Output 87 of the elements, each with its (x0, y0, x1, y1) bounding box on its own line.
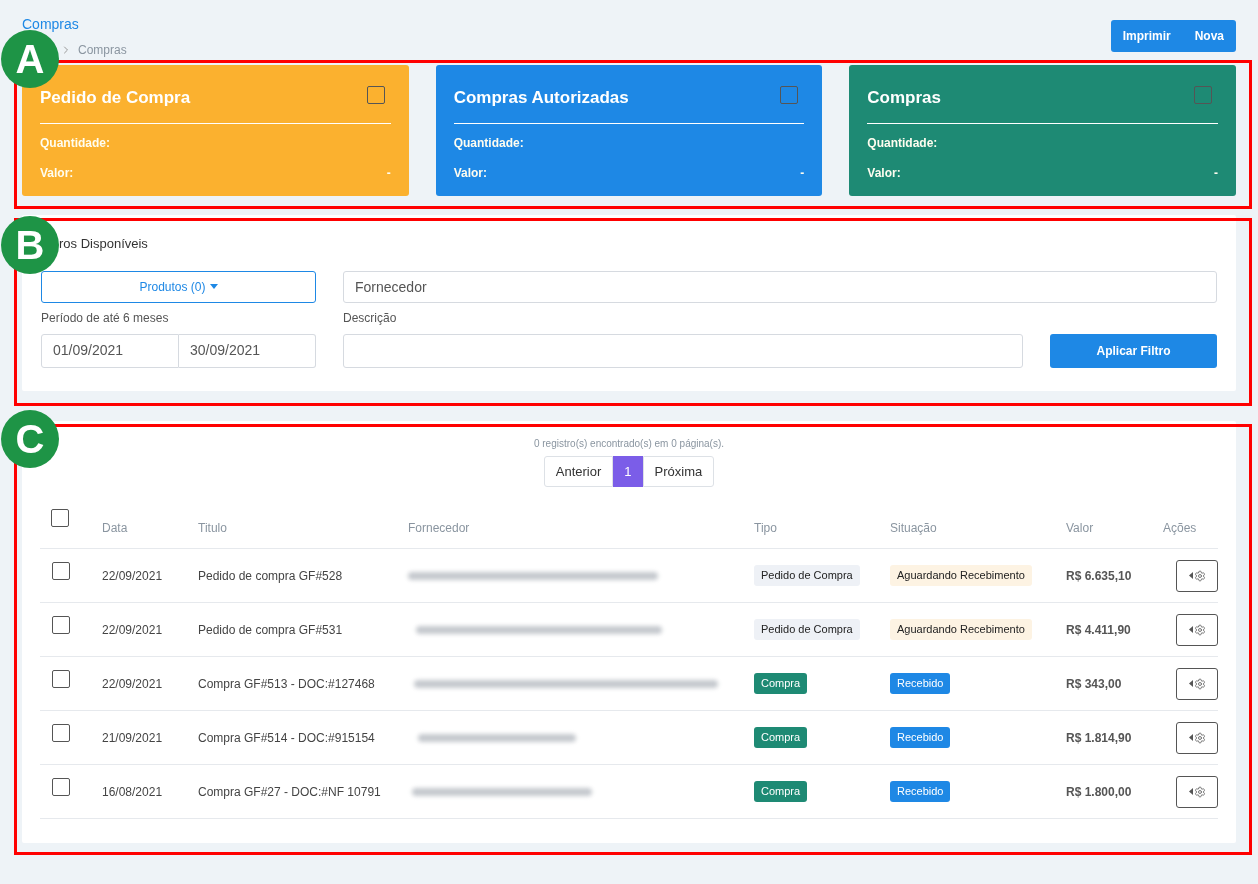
breadcrumb-item: Compras (78, 42, 127, 59)
actions-button[interactable] (1176, 721, 1218, 754)
card-value: - (386, 164, 391, 182)
products-dropdown[interactable]: Produtos (0) (41, 270, 316, 303)
actions-button[interactable] (1176, 775, 1218, 808)
tag: Recebido (890, 673, 951, 694)
actions-button[interactable] (1176, 667, 1218, 700)
caret-icon (1188, 626, 1193, 633)
card-value: - (1214, 164, 1218, 182)
previous-page-button[interactable]: Anterior (543, 456, 614, 487)
tag: Recebido (890, 781, 951, 802)
table-cell-text: 16/08/2021 (102, 783, 164, 801)
table-cell-text: 22/09/2021 (102, 621, 164, 639)
actions-button[interactable] (1176, 559, 1218, 592)
annotation-badge: C (1, 410, 59, 468)
quantity-label: Quantidade: (867, 134, 939, 152)
tag: Pedido de Compra (754, 565, 860, 586)
table-cell-text: Compra GF#514 - DOC:#915154 (198, 729, 376, 747)
table-cell-text: Pedido de compra GF#528 (198, 567, 344, 585)
checkbox[interactable] (52, 778, 70, 796)
table-cell-text: R$ 343,00 (1066, 675, 1123, 693)
tag: Pedido de Compra (754, 619, 860, 640)
card-title: Pedido de Compra (40, 87, 191, 109)
column-header: Situação (890, 519, 938, 537)
table-cell-text: R$ 1.800,00 (1066, 783, 1133, 801)
card-checkbox[interactable] (780, 86, 799, 104)
table-cell-text: Compra GF#513 - DOC:#127468 (198, 675, 376, 693)
settings-icon (1193, 731, 1206, 744)
table-cell-text: 22/09/2021 (102, 567, 164, 585)
date-field[interactable]: 30/09/2021 (179, 333, 316, 368)
quantity-label: Quantidade: (40, 134, 111, 152)
tag: Aguardando Recebimento (890, 619, 1032, 640)
card-value: - (800, 164, 805, 182)
page-button[interactable]: 1 (613, 456, 643, 487)
checkbox[interactable] (52, 562, 70, 580)
value-label: Valor: (867, 164, 901, 182)
apply-filter-button[interactable]: Aplicar Filtro (1050, 333, 1217, 368)
card-title: Compras (867, 87, 941, 109)
settings-icon (1193, 569, 1206, 582)
table-cell-text: R$ 1.814,90 (1066, 729, 1133, 747)
settings-icon (1193, 785, 1206, 798)
tag: Compra (754, 727, 808, 748)
table-cell-text: Pedido de compra GF#531 (198, 621, 344, 639)
tag: Compra (754, 781, 808, 802)
period-label: Período de até 6 meses (41, 309, 170, 327)
table-cell-text: R$ 6.635,10 (1066, 567, 1133, 585)
column-header: Valor (1066, 519, 1095, 537)
quantity-label: Quantidade: (453, 134, 525, 152)
caret-icon (1188, 572, 1193, 579)
caret-icon (1188, 680, 1193, 687)
caret-icon (209, 284, 218, 289)
column-header: Data (102, 519, 129, 537)
card-checkbox[interactable] (366, 86, 385, 104)
tag: Aguardando Recebimento (890, 565, 1032, 586)
results-summary: 0 registro(s) encontrado(s) em 0 página(s). (533, 437, 725, 451)
date-field[interactable]: 01/09/2021 (41, 333, 179, 368)
checkbox[interactable] (51, 509, 69, 527)
column-header: Fornecedor (408, 519, 471, 537)
column-header: Tipo (754, 519, 778, 537)
table-cell-text: 22/09/2021 (102, 675, 164, 693)
checkbox[interactable] (52, 724, 70, 742)
value-label: Valor: (40, 164, 74, 182)
card-checkbox[interactable] (1194, 86, 1212, 104)
supplier-field[interactable]: Fornecedor (343, 270, 1217, 303)
caret-icon (1188, 734, 1193, 741)
next-page-button[interactable]: Próxima (642, 456, 715, 487)
column-header: Titulo (198, 519, 228, 537)
actions-button[interactable] (1176, 613, 1218, 646)
caret-icon (1188, 788, 1193, 795)
description-label: Descrição (343, 309, 398, 327)
checkbox[interactable] (52, 670, 70, 688)
header-button[interactable]: Nova (1182, 20, 1236, 52)
card-title: Compras Autorizadas (453, 87, 629, 109)
table-cell-text: Compra GF#27 - DOC:#NF 10791 (198, 783, 382, 801)
settings-icon (1193, 677, 1206, 690)
table-cell-text: 21/09/2021 (102, 729, 164, 747)
table-cell-text: R$ 4.411,90 (1066, 621, 1132, 639)
header-button[interactable]: Imprimir (1110, 20, 1183, 52)
value-label: Valor: (453, 164, 487, 182)
settings-icon (1193, 623, 1206, 636)
filter-title: ros Disponíveis (59, 235, 149, 253)
annotation-badge: B (1, 216, 59, 274)
column-header: Ações (1163, 519, 1198, 537)
tag: Compra (754, 673, 808, 694)
description-field[interactable] (343, 333, 1023, 368)
tag: Recebido (890, 727, 951, 748)
checkbox[interactable] (52, 616, 70, 634)
